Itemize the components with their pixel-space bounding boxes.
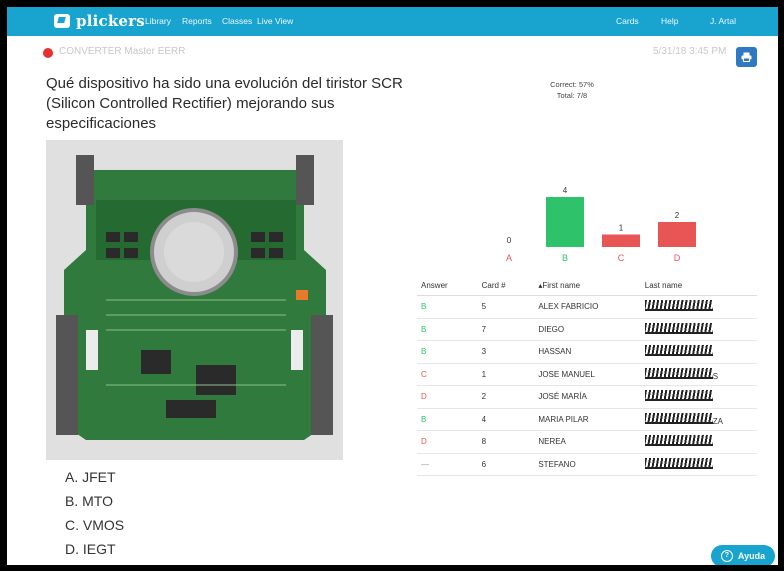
row-answer: B [421,414,427,424]
row-last-name-tail: S [712,371,719,381]
row-first-name: JOSE MANUEL [538,369,595,379]
row-last-name: ZA [641,412,757,426]
row-answer: B [421,302,427,312]
row-card-number: 2 [481,392,487,402]
col-card[interactable]: Card # [478,281,533,290]
row-answer: D [421,392,427,402]
redacted-last-name [644,300,713,312]
row-answer: C [421,369,427,379]
correct-percent: Correct: 57% [550,80,594,89]
bar-b [546,197,584,247]
row-first-name: ALEX FABRICIO [538,302,599,312]
print-icon [741,52,752,62]
nav-library[interactable]: Library [145,16,171,26]
table-row[interactable]: B 7 DIEGO [417,319,757,341]
table-row[interactable]: B 5 ALEX FABRICIO [417,296,757,319]
row-card-number: 1 [481,369,487,379]
table-row[interactable]: B 3 HASSAN [417,341,757,364]
row-first-name: DIEGO [538,324,565,334]
help-button[interactable]: ? Ayuda [711,545,775,565]
table-row[interactable]: D 8 NEREA [417,431,757,454]
nav-live-view[interactable]: Live View [257,16,293,26]
bar-d [658,222,696,247]
row-last-name [641,322,757,336]
row-answer: B [421,324,427,334]
table-row[interactable]: B 4 MARIA PILAR ZA [417,409,757,431]
nav-help[interactable]: Help [661,16,678,26]
table-row[interactable]: — 6 STEFANO [417,454,757,476]
redacted-last-name [644,412,713,424]
nav-reports[interactable]: Reports [182,16,212,26]
row-card-number: 6 [481,459,487,469]
category-label: C [618,253,625,263]
report-name: CONVERTER Master EERR [59,46,186,57]
row-first-name: HASSAN [538,347,572,357]
row-first-name: STEFANO [538,459,576,469]
row-last-name: S [641,367,757,381]
bar-value-label: 0 [507,236,512,245]
redacted-last-name [644,367,713,379]
row-last-name-tail: ZA [712,416,724,426]
table-header: Answer Card # ▴First name Last name [417,275,757,296]
redacted-last-name [644,435,713,447]
col-first-name[interactable]: ▴First name [532,281,640,290]
bar-value-label: 2 [675,211,680,220]
redacted-last-name [644,457,713,469]
app-window: plickers Library Reports Classes Live Vi… [7,7,778,565]
plickers-logo[interactable]: plickers [54,12,145,30]
bar-value-label: 4 [563,186,568,195]
question-text: Qué dispositivo ha sido una evolución de… [46,75,403,132]
row-card-number: 8 [481,437,487,447]
category-label: D [674,253,681,263]
choice-d: D. IEGT [65,541,116,557]
plickers-logo-icon [54,14,70,28]
bar-value-label: 1 [619,224,624,233]
redacted-last-name [644,390,713,402]
row-card-number: 5 [481,302,487,312]
category-label: B [562,253,568,263]
row-last-name [641,457,757,471]
table-body: B 5 ALEX FABRICIO B 7 DIEGO B 3 HASSAN C 1 JOSE MAN… [417,296,757,476]
row-answer: B [421,347,427,357]
table-row[interactable]: C 1 JOSE MANUEL S [417,364,757,386]
row-answer: D [421,437,427,447]
question-image [46,140,343,460]
choice-b: B. MTO [65,493,113,509]
category-label: A [506,253,512,263]
question-circle-icon: ? [720,550,733,562]
row-first-name: NEREA [538,437,566,447]
row-card-number: 7 [481,324,487,334]
responses-table: Answer Card # ▴First name Last name B 5 AL… [417,275,757,476]
row-first-name: MARIA PILAR [538,414,589,424]
redacted-last-name [644,345,713,357]
print-button[interactable] [736,47,757,67]
report-timestamp: 5/31/18 3:45 PM [653,46,727,57]
row-last-name [641,435,757,448]
nav-classes[interactable]: Classes [222,16,252,26]
redacted-last-name [644,322,713,334]
top-nav-bar: plickers Library Reports Classes Live Vi… [7,7,778,36]
row-last-name [641,390,757,403]
choice-a: A. JFET [65,469,116,485]
row-last-name [641,300,757,313]
score-summary: Correct: 57% Total: 7/8 [527,79,617,101]
brand-name: plickers [76,12,145,30]
row-answer: — [421,459,429,469]
col-last-name[interactable]: Last name [641,281,757,290]
answer-choices: A. JFET B. MTO C. VMOS D. IEGT [65,469,124,565]
user-menu[interactable]: J. Artal [710,16,736,26]
choice-c: C. VMOS [65,517,125,533]
table-row[interactable]: D 2 JOSÉ MARÍA [417,386,757,409]
nav-cards[interactable]: Cards [616,16,639,26]
row-card-number: 4 [481,414,487,424]
col-answer[interactable]: Answer [417,281,478,290]
response-bar-chart: 0 A 4 B 1 C 2 D [506,186,696,263]
row-card-number: 3 [481,347,487,357]
bar-c [602,234,640,247]
help-label: Ayuda [737,551,766,561]
row-last-name [641,345,757,358]
status-dot [43,48,53,58]
row-first-name: JOSÉ MARÍA [538,392,587,402]
total-count: Total: 7/8 [556,91,588,100]
